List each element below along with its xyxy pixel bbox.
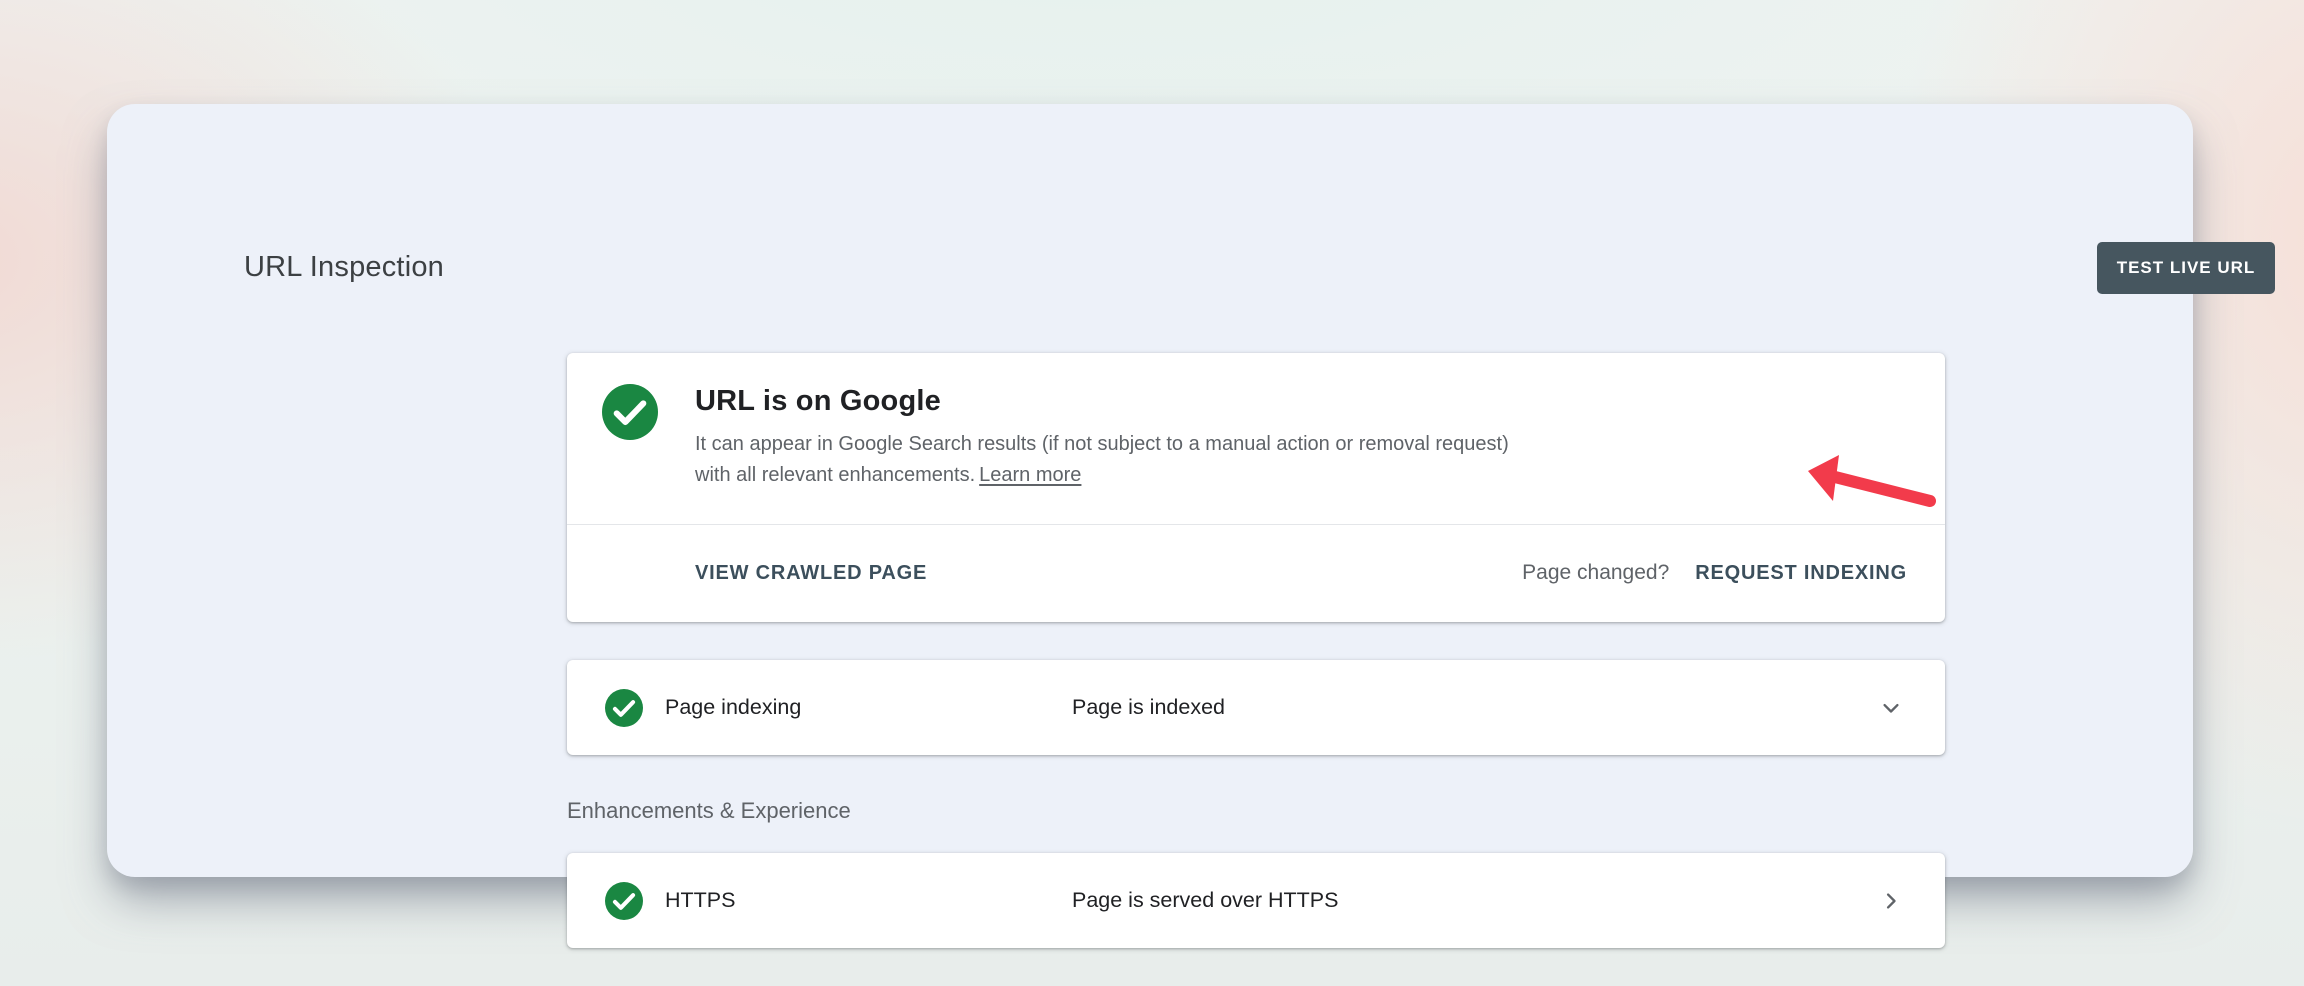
row-status: Page is indexed <box>1072 695 1877 720</box>
verdict-description-text: It can appear in Google Search results (… <box>695 433 1509 486</box>
row-label: HTTPS <box>665 888 1072 913</box>
url-inspection-panel: URL Inspection TEST LIVE URL URL is on G… <box>107 104 2193 877</box>
verdict-title: URL is on Google <box>695 385 941 418</box>
row-label: Page indexing <box>665 695 1072 720</box>
chevron-down-icon[interactable] <box>1877 694 1905 722</box>
chevron-right-icon[interactable] <box>1877 887 1905 915</box>
page-background: { "window": { "title": "URL Inspection" … <box>0 0 2304 986</box>
verdict-footer: VIEW CRAWLED PAGE Page changed? REQUEST … <box>695 524 1907 622</box>
https-row[interactable]: HTTPS Page is served over HTTPS <box>567 853 1945 948</box>
learn-more-link[interactable]: Learn more <box>979 464 1081 486</box>
view-crawled-page-button[interactable]: VIEW CRAWLED PAGE <box>695 562 927 585</box>
verdict-card: URL is on Google It can appear in Google… <box>567 353 1945 622</box>
page-title: URL Inspection <box>244 251 444 284</box>
page-changed-label: Page changed? <box>1522 561 1669 585</box>
success-check-icon <box>602 384 658 440</box>
request-indexing-button[interactable]: REQUEST INDEXING <box>1695 562 1907 585</box>
verdict-description: It can appear in Google Search results (… <box>695 429 1541 490</box>
test-live-url-button[interactable]: TEST LIVE URL <box>2097 242 2275 294</box>
success-check-icon <box>605 689 643 727</box>
footer-right-group: Page changed? REQUEST INDEXING <box>1522 561 1907 585</box>
enhancements-section-label: Enhancements & Experience <box>567 798 851 824</box>
success-check-icon <box>605 882 643 920</box>
row-status: Page is served over HTTPS <box>1072 888 1877 913</box>
page-indexing-row[interactable]: Page indexing Page is indexed <box>567 660 1945 755</box>
